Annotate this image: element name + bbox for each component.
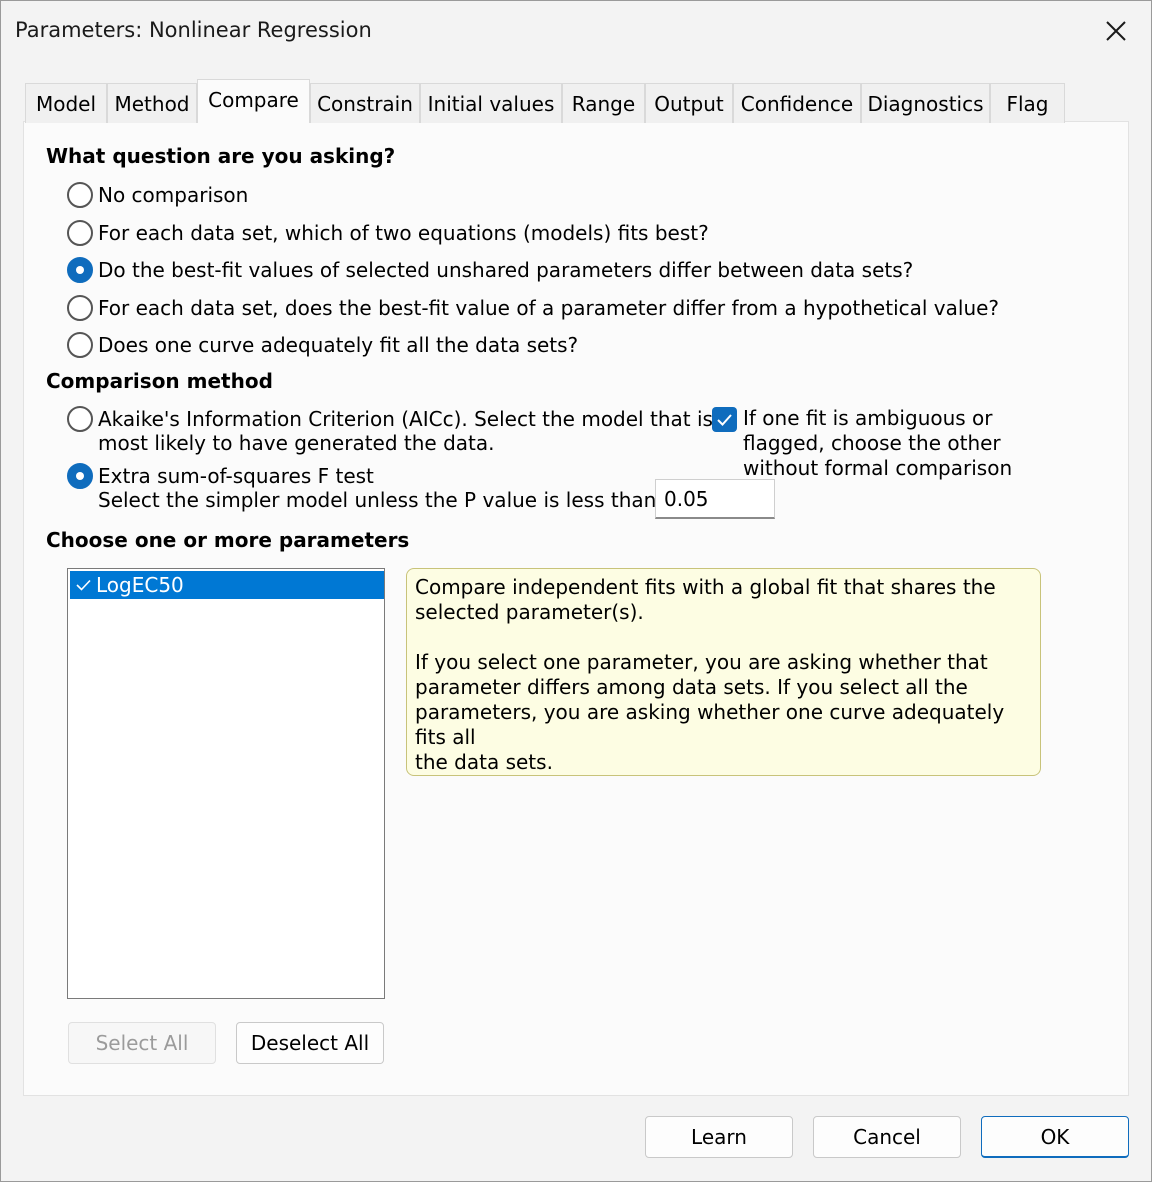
tab-model[interactable]: Model xyxy=(25,83,107,123)
info-paragraph-1: Compare independent fits with a global f… xyxy=(415,575,996,624)
title-bar: Parameters: Nonlinear Regression xyxy=(1,1,1151,61)
aicc-description: most likely to have generated the data. xyxy=(98,431,495,455)
radio-label: For each data set, does the best-fit val… xyxy=(98,296,1000,320)
list-item-label: LogEC50 xyxy=(96,573,184,597)
f-test-description: Select the simpler model unless the P va… xyxy=(98,488,657,512)
select-all-button[interactable]: Select All xyxy=(68,1022,216,1064)
parameters-heading: Choose one or more parameters xyxy=(46,528,410,552)
radio-button[interactable] xyxy=(67,332,93,358)
list-item[interactable]: LogEC50 xyxy=(70,571,384,599)
radio-f-test[interactable]: Extra sum-of-squares F test xyxy=(67,461,374,491)
close-icon xyxy=(1106,21,1126,41)
radio-label: Extra sum-of-squares F test xyxy=(98,464,374,488)
radio-label: No comparison xyxy=(98,183,249,207)
dialog-window: Parameters: Nonlinear Regression Model M… xyxy=(0,0,1152,1182)
method-heading: Comparison method xyxy=(46,369,273,393)
tab-confidence[interactable]: Confidence xyxy=(733,83,861,123)
radio-button[interactable] xyxy=(67,295,93,321)
radio-label: Akaike's Information Criterion (AICc). S… xyxy=(98,407,713,431)
radio-unshared-parameters[interactable]: Do the best-fit values of selected unsha… xyxy=(67,255,913,285)
radio-hypothetical-value[interactable]: For each data set, does the best-fit val… xyxy=(67,293,999,323)
cancel-button[interactable]: Cancel xyxy=(813,1116,961,1158)
radio-label: Does one curve adequately fit all the da… xyxy=(98,333,579,357)
info-box: Compare independent fits with a global f… xyxy=(406,568,1041,776)
radio-button[interactable] xyxy=(67,182,93,208)
radio-one-curve[interactable]: Does one curve adequately fit all the da… xyxy=(67,330,578,360)
close-button[interactable] xyxy=(1081,1,1151,61)
tab-flag[interactable]: Flag xyxy=(990,83,1065,123)
radio-no-comparison[interactable]: No comparison xyxy=(67,180,248,210)
radio-button[interactable] xyxy=(67,257,93,283)
tab-output[interactable]: Output xyxy=(645,83,733,123)
radio-button[interactable] xyxy=(67,463,93,489)
p-value-input[interactable] xyxy=(655,479,775,519)
learn-button[interactable]: Learn xyxy=(645,1116,793,1158)
checkbox-label-line1: If one fit is ambiguous or xyxy=(743,406,993,430)
question-heading: What question are you asking? xyxy=(46,144,396,168)
radio-aicc[interactable]: Akaike's Information Criterion (AICc). S… xyxy=(67,404,713,434)
window-title: Parameters: Nonlinear Regression xyxy=(15,18,372,42)
check-icon xyxy=(70,579,96,591)
tab-constrain[interactable]: Constrain xyxy=(310,83,420,123)
checkbox-label-line3: without formal comparison xyxy=(743,456,1013,480)
radio-button[interactable] xyxy=(67,220,93,246)
parameters-listbox[interactable]: LogEC50 xyxy=(67,568,385,999)
radio-button[interactable] xyxy=(67,406,93,432)
radio-label: Do the best-fit values of selected unsha… xyxy=(98,258,914,282)
tab-method[interactable]: Method xyxy=(107,83,197,123)
ambiguous-fit-checkbox[interactable] xyxy=(712,407,737,432)
tab-diagnostics[interactable]: Diagnostics xyxy=(861,83,990,123)
tab-compare[interactable]: Compare xyxy=(197,79,310,123)
deselect-all-button[interactable]: Deselect All xyxy=(236,1022,384,1064)
radio-label: For each data set, which of two equation… xyxy=(98,221,709,245)
ok-button[interactable]: OK xyxy=(981,1116,1129,1158)
checkbox-label-line2: flagged, choose the other xyxy=(743,431,1001,455)
radio-two-equations[interactable]: For each data set, which of two equation… xyxy=(67,218,709,248)
checkmark-icon xyxy=(717,414,732,426)
tab-initial-values[interactable]: Initial values xyxy=(420,83,562,123)
info-paragraph-2: If you select one parameter, you are ask… xyxy=(415,650,1005,774)
tab-range[interactable]: Range xyxy=(562,83,645,123)
